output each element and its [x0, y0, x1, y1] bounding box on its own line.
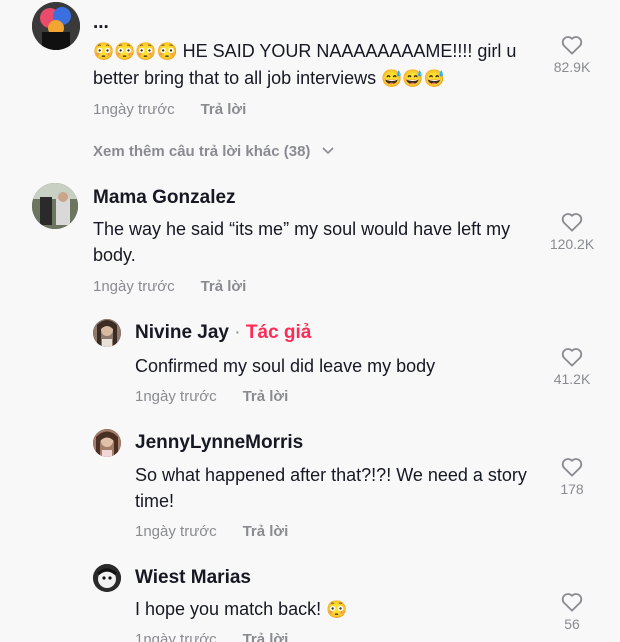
reply-username[interactable]: JennyLynneMorris [135, 432, 303, 454]
like-count: 56 [564, 616, 580, 632]
avatar-image-icon [93, 319, 121, 347]
avatar-image-icon [93, 564, 121, 592]
comment-time: 1ngày trước [93, 101, 175, 118]
reply-item: Nivine Jay · Tác giả Confirmed my soul d… [0, 315, 620, 415]
reply-emoji: 😳 [326, 600, 348, 619]
reply-button[interactable]: Trả lời [243, 631, 289, 642]
comment-text: The way he said “its me” my soul would h… [93, 216, 533, 268]
comment-meta: 1ngày trước Trả lời [93, 101, 246, 118]
comment-text-line2: body. [93, 245, 136, 265]
heart-icon [561, 213, 583, 232]
avatar[interactable] [32, 2, 80, 50]
reply-meta: 1ngày trước Trả lời [135, 631, 288, 642]
heart-icon [561, 348, 583, 367]
comment-text: 😳😳😳😳 HE SAID YOUR NAAAAAAAAME!!!! girl u… [93, 38, 533, 92]
avatar[interactable] [93, 564, 121, 592]
reply-text-line1: So what happened after that?!?! We need … [135, 465, 527, 485]
author-badge: Tác giả [245, 322, 312, 343]
avatar-image-icon [32, 183, 78, 229]
like-button[interactable]: 120.2K [542, 212, 602, 252]
comment-text-line1: HE SAID YOUR NAAAAAAAAME!!!! girl u [177, 41, 517, 61]
avatar[interactable] [93, 319, 121, 347]
reply-username[interactable]: Wiest Marias [135, 567, 251, 589]
reply-item: JennyLynneMorris So what happened after … [0, 425, 620, 545]
view-more-replies-button[interactable]: Xem thêm câu trả lời khác (38) [93, 143, 335, 160]
reply-username-text[interactable]: Nivine Jay [135, 322, 229, 343]
reply-text: I hope you match back! 😳 [135, 596, 535, 623]
reply-button[interactable]: Trả lời [201, 278, 247, 295]
like-count: 178 [560, 481, 584, 497]
like-button[interactable]: 178 [542, 457, 602, 497]
avatar[interactable] [93, 429, 121, 457]
separator: · [229, 322, 246, 343]
reply-text: So what happened after that?!?! We need … [135, 462, 545, 514]
comment-time: 1ngày trước [93, 278, 175, 295]
comment-item: Mama Gonzalez The way he said “its me” m… [0, 180, 620, 300]
reply-time: 1ngày trước [135, 523, 217, 540]
comment-meta: 1ngày trước Trả lời [93, 278, 246, 295]
comment-text-line1: The way he said “its me” my soul would h… [93, 219, 511, 239]
like-button[interactable]: 82.9K [542, 35, 602, 75]
comment-text-line2: better bring that to all job interviews [93, 68, 382, 88]
reply-time: 1ngày trước [135, 388, 217, 405]
reply-button[interactable]: Trả lời [243, 523, 289, 540]
like-button[interactable]: 56 [542, 592, 602, 632]
reply-button[interactable]: Trả lời [243, 388, 289, 405]
chevron-down-icon [322, 147, 334, 155]
avatar-image-icon [32, 2, 80, 50]
heart-icon [561, 458, 583, 477]
avatar[interactable] [32, 183, 78, 229]
heart-icon [561, 36, 583, 55]
reply-meta: 1ngày trước Trả lời [135, 388, 288, 405]
reply-item: Wiest Marias I hope you match back! 😳 1n… [0, 560, 620, 642]
comment-emoji-2: 😅😅😅 [381, 69, 445, 88]
like-count: 120.2K [549, 236, 595, 252]
like-count: 82.9K [553, 59, 591, 75]
reply-meta: 1ngày trước Trả lời [135, 523, 288, 540]
reply-button[interactable]: Trả lời [201, 101, 247, 118]
comment-username[interactable]: ... [93, 12, 109, 34]
comment-item: ... 😳😳😳😳 HE SAID YOUR NAAAAAAAAME!!!! gi… [0, 0, 620, 130]
reply-text-line1: I hope you match back! [135, 599, 327, 619]
avatar-image-icon [93, 429, 121, 457]
reply-time: 1ngày trước [135, 631, 217, 642]
like-button[interactable]: 41.2K [542, 347, 602, 387]
reply-username: Nivine Jay · Tác giả [135, 322, 311, 344]
comment-emoji: 😳😳😳😳 [93, 42, 178, 61]
reply-text-line2: time! [135, 491, 175, 511]
like-count: 41.2K [553, 371, 591, 387]
view-more-label: Xem thêm câu trả lời khác (38) [93, 143, 311, 160]
reply-text: Confirmed my soul did leave my body [135, 356, 436, 376]
comment-username[interactable]: Mama Gonzalez [93, 187, 236, 209]
heart-icon [561, 593, 583, 612]
